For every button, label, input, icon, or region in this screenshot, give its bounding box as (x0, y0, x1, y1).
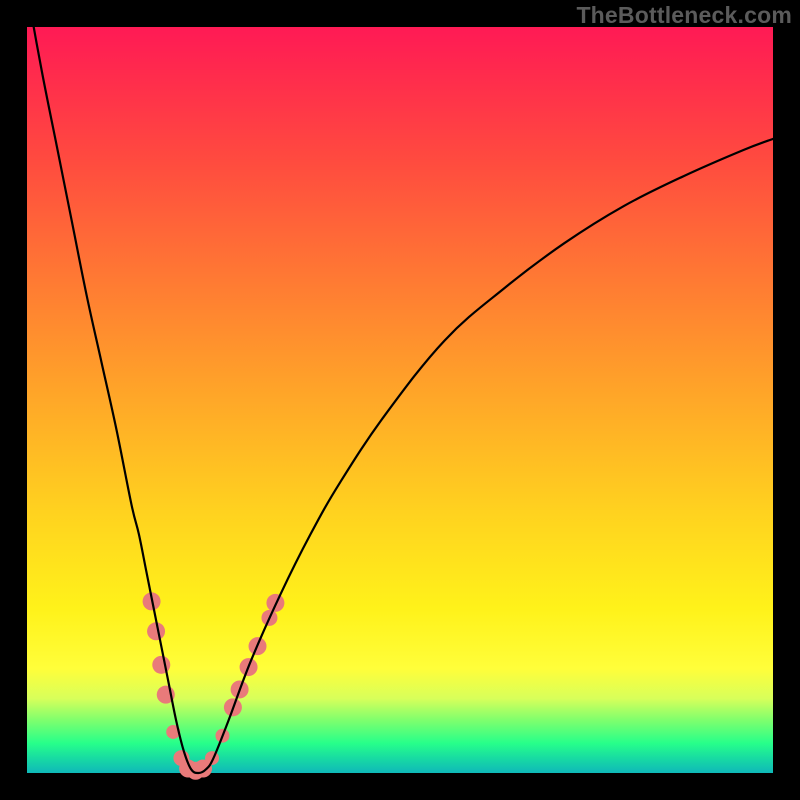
chart-frame: TheBottleneck.com (0, 0, 800, 800)
bottleneck-curve (27, 0, 773, 773)
chart-plot-area (27, 27, 773, 773)
marker-dot (152, 656, 170, 674)
marker-layer (143, 592, 285, 779)
chart-svg (27, 27, 773, 773)
watermark-text: TheBottleneck.com (576, 2, 792, 29)
